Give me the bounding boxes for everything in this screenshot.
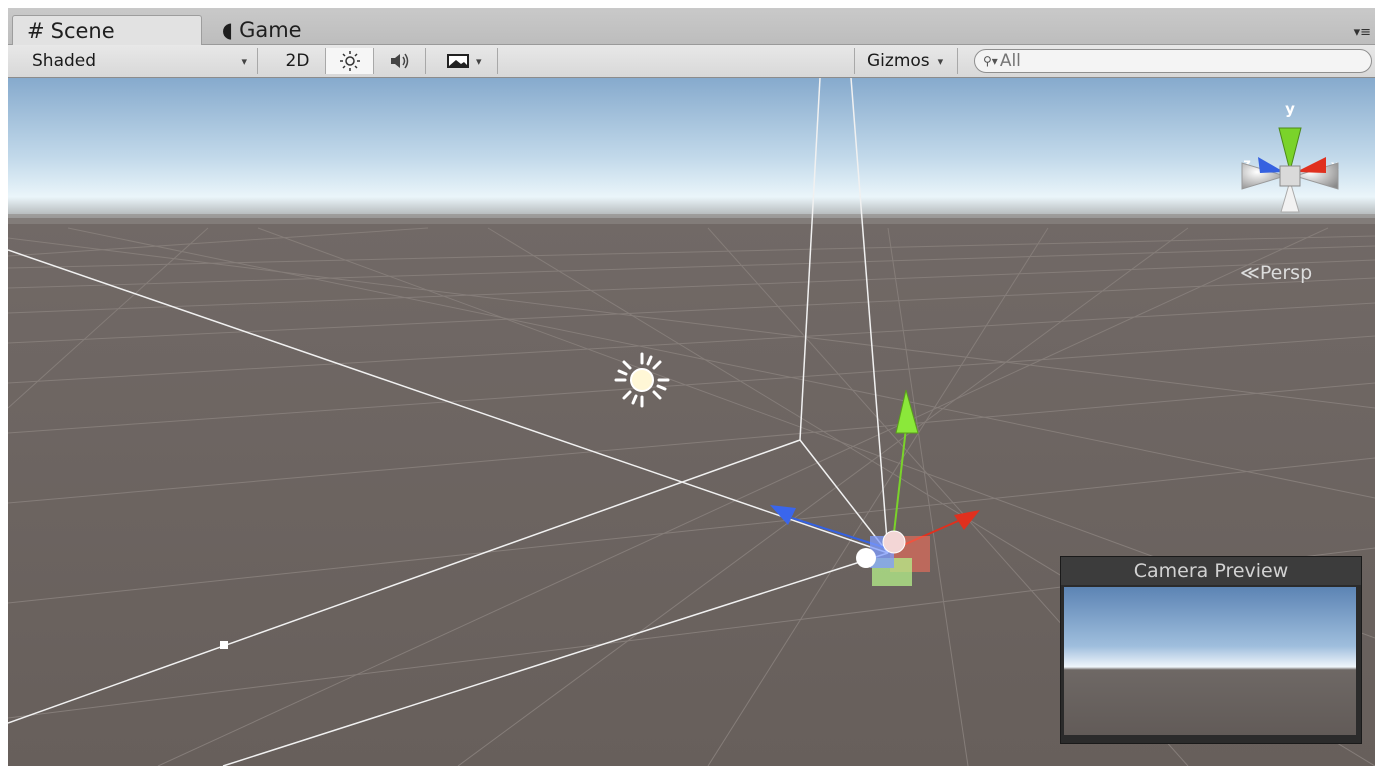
gizmo-y-label: y — [1285, 100, 1295, 118]
image-icon — [447, 54, 469, 68]
chevron-down-icon: ▾ — [476, 54, 482, 68]
pacman-icon: ◖ — [222, 18, 234, 42]
toggle-2d-label: 2D — [285, 51, 310, 71]
horizon-haze — [8, 214, 1375, 224]
projection-toggle[interactable]: ≪Persp — [1240, 262, 1312, 284]
scene-viewport[interactable]: y x z ≪Persp Camera Preview — [8, 78, 1375, 766]
camera-preview-title: Camera Preview — [1061, 557, 1361, 585]
projection-label: Persp — [1259, 262, 1313, 284]
draw-mode-dropdown[interactable]: Shaded ▾ — [12, 48, 258, 74]
tab-scene[interactable]: # Scene — [12, 15, 202, 45]
sun-icon — [339, 51, 360, 71]
speaker-icon — [390, 53, 408, 69]
draw-mode-label: Shaded — [32, 51, 97, 71]
panel-menu-icon[interactable]: ▾≡ — [1354, 25, 1371, 40]
gizmos-dropdown[interactable]: Gizmos ▾ — [854, 48, 958, 74]
tab-game-label: Game — [239, 18, 302, 42]
camera-preview-panel: Camera Preview — [1060, 556, 1362, 744]
gizmos-label: Gizmos — [867, 51, 930, 71]
tab-scene-label: Scene — [50, 18, 115, 43]
camera-icon[interactable] — [882, 530, 906, 554]
scene-audio-toggle[interactable] — [374, 48, 426, 74]
scene-lighting-toggle[interactable] — [326, 48, 374, 74]
sky — [8, 78, 1375, 223]
camera-lens-icon — [856, 548, 876, 568]
tab-bar: # Scene ◖ Game ▾≡ — [8, 8, 1375, 45]
toggle-2d-button[interactable]: 2D — [270, 48, 326, 74]
sun-icon[interactable] — [614, 352, 670, 408]
tab-game[interactable]: ◖ Game — [208, 15, 338, 45]
gizmo-center-cube[interactable] — [1279, 165, 1301, 187]
scene-window: # Scene ◖ Game ▾≡ Shaded ▾ 2D ▾ Gizmos ▾… — [8, 8, 1375, 766]
scene-effects-dropdown[interactable]: ▾ — [436, 48, 498, 74]
chevron-down-icon: ▾ — [937, 54, 944, 68]
persp-arrow-icon: ≪ — [1240, 262, 1260, 284]
scene-toolbar: Shaded ▾ 2D ▾ Gizmos ▾ ⚲▾ All — [8, 45, 1375, 78]
search-field[interactable]: ⚲▾ — [974, 49, 1372, 73]
search-icon[interactable]: ⚲▾ — [983, 54, 998, 68]
grid-icon: # — [27, 18, 45, 43]
chevron-down-icon: ▾ — [241, 54, 247, 68]
search-input[interactable] — [997, 51, 1342, 71]
camera-preview-image — [1064, 587, 1356, 735]
frustum-handle[interactable] — [220, 641, 228, 649]
